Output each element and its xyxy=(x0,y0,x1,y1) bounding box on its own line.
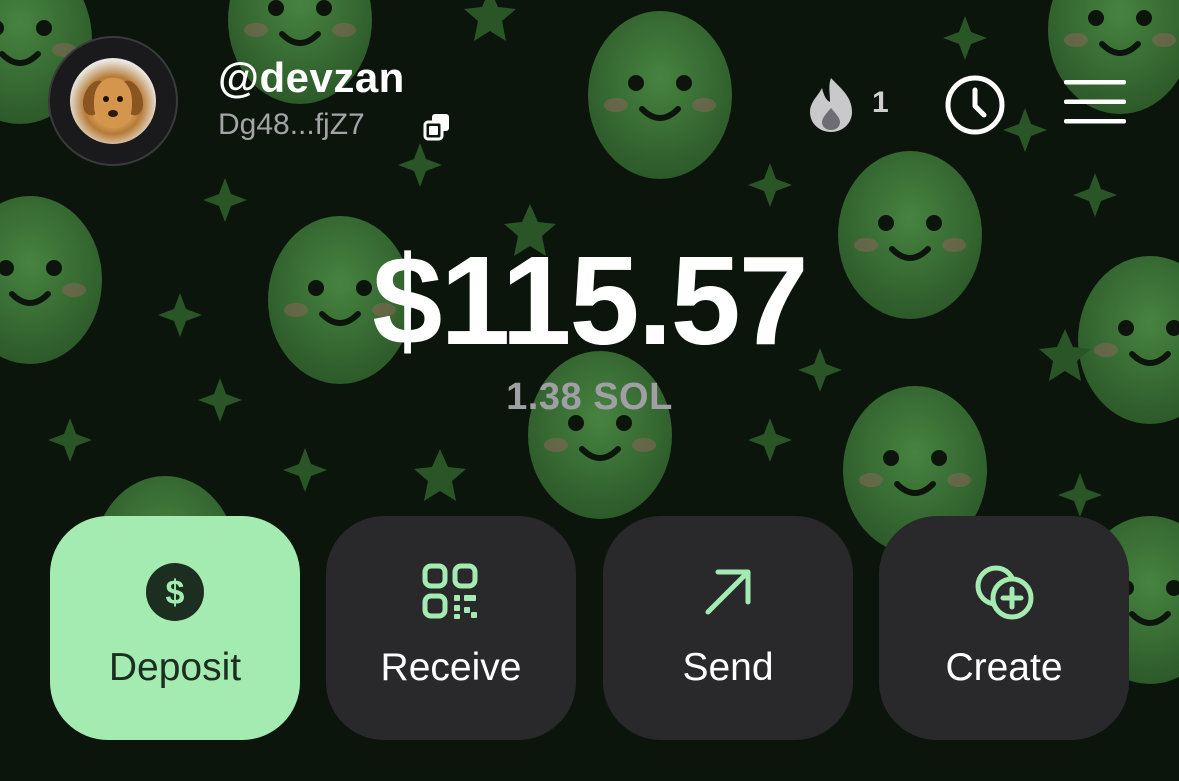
add-circle-icon xyxy=(975,565,1034,620)
balance-usd: $115.57 xyxy=(372,230,809,371)
copy-icon[interactable] xyxy=(422,112,452,142)
username: @devzan xyxy=(218,54,405,101)
send-label: Send xyxy=(682,646,774,689)
avatar[interactable] xyxy=(70,58,156,144)
arrow-up-right-icon xyxy=(705,569,751,615)
receive-label: Receive xyxy=(380,646,522,689)
qr-code-icon xyxy=(422,563,478,619)
wallet-address: Dg48...fjZ7 xyxy=(218,108,365,141)
svg-text:$: $ xyxy=(166,574,185,612)
create-label: Create xyxy=(945,646,1063,689)
balance-sol: 1.38 SOL xyxy=(506,376,673,418)
receive-button[interactable]: Receive xyxy=(326,516,576,740)
deposit-label: Deposit xyxy=(108,646,242,689)
clock-icon[interactable] xyxy=(944,74,1006,136)
deposit-button[interactable]: $ Deposit xyxy=(50,516,300,740)
dollar-circle-icon: $ xyxy=(146,563,204,621)
flame-icon[interactable] xyxy=(800,74,862,134)
hamburger-menu-icon[interactable] xyxy=(1064,80,1126,124)
create-button[interactable]: Create xyxy=(879,516,1129,740)
send-button[interactable]: Send xyxy=(603,516,853,740)
streak-count: 1 xyxy=(872,86,889,119)
